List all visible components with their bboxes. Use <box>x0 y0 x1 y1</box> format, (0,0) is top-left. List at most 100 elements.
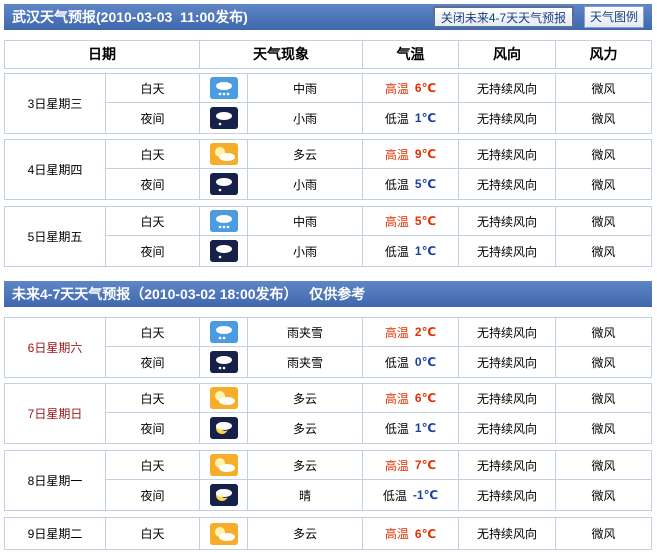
wind-power: 微风 <box>555 103 651 133</box>
wind-direction: 无持续风向 <box>458 384 555 412</box>
wind-direction: 无持续风向 <box>458 347 555 377</box>
period-label: 白天 <box>140 458 165 473</box>
column-header-weather: 天气现象 <box>199 41 362 68</box>
forecast-row: 夜间 雨夹雪 低温 0℃ 无持续风向 微风 <box>106 347 651 377</box>
temperature-label: 低温 <box>384 244 409 259</box>
moderate-rain-day-icon <box>209 210 238 232</box>
clear-night-icon <box>209 484 238 506</box>
weather-description: 小雨 <box>247 103 362 133</box>
period-label: 白天 <box>140 527 165 541</box>
forecast-row: 白天 多云 高温 6℃ 无持续风向 微风 <box>106 384 651 413</box>
temperature-label: 高温 <box>384 325 409 340</box>
weather-icon-cell <box>199 480 247 510</box>
weather-icon-cell <box>199 347 247 377</box>
forecast-day: 3日星期三 白天 中雨 高温 6℃ 无持续风向 微风 夜间 小雨 低温 1℃ 无持续风向 微风 <box>4 73 652 134</box>
forecast-row: 夜间 小雨 低温 5℃ 无持续风向 微风 <box>106 169 651 199</box>
wind-power: 微风 <box>555 384 651 412</box>
weather-description: 雨夹雪 <box>247 347 362 377</box>
temperature-label: 高温 <box>384 214 409 229</box>
temperature: 高温 6℃ <box>362 384 458 412</box>
weather-icon-cell <box>199 103 247 133</box>
temperature: 低温 5℃ <box>362 169 458 199</box>
wind-power: 微风 <box>555 318 651 346</box>
column-header-temperature: 气温 <box>362 41 458 68</box>
wind-power: 微风 <box>555 480 651 510</box>
wind-direction: 无持续风向 <box>458 413 555 443</box>
light-rain-night-icon <box>209 173 238 195</box>
temperature: 高温 9℃ <box>362 140 458 168</box>
weather-icon-cell <box>199 140 247 168</box>
forecast-row: 白天 中雨 高温 6℃ 无持续风向 微风 <box>106 74 651 103</box>
weather-legend-button[interactable]: 天气图例 <box>584 6 644 28</box>
partly-cloudy-day-icon <box>209 387 238 409</box>
period-label: 夜间 <box>140 421 165 436</box>
weather-description: 多云 <box>247 451 362 479</box>
weather-description: 多云 <box>247 413 362 443</box>
temperature-value: 0℃ <box>414 355 437 369</box>
period-label: 夜间 <box>140 244 165 259</box>
sleet-day-icon <box>209 321 238 343</box>
close-4-7-day-forecast-button[interactable]: 关闭未来4-7天天气预报 <box>433 6 574 28</box>
weather-description: 晴 <box>247 480 362 510</box>
day-date: 8日星期一 <box>5 451 106 510</box>
day-date: 5日星期五 <box>5 207 106 266</box>
wind-power: 微风 <box>555 140 651 168</box>
temperature-value: -1℃ <box>412 488 439 502</box>
forecast-day: 9日星期二 白天 多云 高温 6℃ 无持续风向 微风 <box>4 517 652 550</box>
temperature: 低温 1℃ <box>362 236 458 266</box>
temperature-label: 高温 <box>384 81 409 96</box>
forecast-row: 夜间 小雨 低温 1℃ 无持续风向 微风 <box>106 236 651 266</box>
forecast-row: 夜间 多云 低温 1℃ 无持续风向 微风 <box>106 413 651 443</box>
wind-direction: 无持续风向 <box>458 318 555 346</box>
temperature-value: 2℃ <box>414 325 437 339</box>
day-date: 3日星期三 <box>5 74 106 133</box>
wind-power: 微风 <box>555 347 651 377</box>
forecast-row: 白天 雨夹雪 高温 2℃ 无持续风向 微风 <box>106 318 651 347</box>
sleet-night-icon <box>209 351 238 373</box>
weather-description: 多云 <box>247 140 362 168</box>
period-label: 夜间 <box>140 177 165 192</box>
period-label: 白天 <box>140 325 165 340</box>
period-label: 白天 <box>140 147 165 162</box>
light-rain-night-icon <box>209 240 238 262</box>
temperature-label: 高温 <box>384 391 409 406</box>
extended-forecast-title-bar: 未来4-7天天气预报（2010-03-02 18:00发布） 仅供参考 <box>4 281 652 307</box>
weather-description: 小雨 <box>247 169 362 199</box>
period-label: 白天 <box>140 214 165 229</box>
period-label: 白天 <box>140 391 165 406</box>
temperature-label: 低温 <box>384 421 409 436</box>
wind-power: 微风 <box>555 207 651 235</box>
temperature: 低温 -1℃ <box>362 480 458 510</box>
forecast-day: 6日星期六 白天 雨夹雪 高温 2℃ 无持续风向 微风 夜间 雨夹雪 低温 0℃ 无持续风向 微风 <box>4 317 652 378</box>
forecast-row: 夜间 晴 低温 -1℃ 无持续风向 微风 <box>106 480 651 510</box>
weather-icon-cell <box>199 318 247 346</box>
weather-description: 中雨 <box>247 207 362 235</box>
partly-cloudy-day-icon <box>209 143 238 165</box>
temperature-label: 低温 <box>382 488 407 503</box>
temperature-value: 1℃ <box>414 111 437 125</box>
temperature-label: 低温 <box>384 177 409 192</box>
temperature-value: 6℃ <box>414 391 437 405</box>
day-date: 6日星期六 <box>5 318 106 377</box>
temperature-value: 1℃ <box>414 244 437 258</box>
temperature-value: 5℃ <box>414 177 437 191</box>
period-label: 夜间 <box>140 355 165 370</box>
temperature-label: 高温 <box>384 527 409 541</box>
weather-description: 小雨 <box>247 236 362 266</box>
day-date: 9日星期二 <box>5 518 106 549</box>
partly-cloudy-day-icon <box>209 522 238 545</box>
weather-description: 雨夹雪 <box>247 318 362 346</box>
forecast-row: 白天 多云 高温 9℃ 无持续风向 微风 <box>106 140 651 169</box>
wind-direction: 无持续风向 <box>458 103 555 133</box>
temperature-value: 9℃ <box>414 147 437 161</box>
column-header-wind-direction: 风向 <box>458 41 555 68</box>
column-header-wind-power: 风力 <box>555 41 651 68</box>
weather-description: 多云 <box>247 518 362 549</box>
temperature-label: 高温 <box>384 147 409 162</box>
temperature-value: 5℃ <box>414 214 437 228</box>
weather-icon-cell <box>199 413 247 443</box>
temperature: 低温 0℃ <box>362 347 458 377</box>
day-date: 4日星期四 <box>5 140 106 199</box>
period-label: 夜间 <box>140 111 165 126</box>
wind-direction: 无持续风向 <box>458 480 555 510</box>
